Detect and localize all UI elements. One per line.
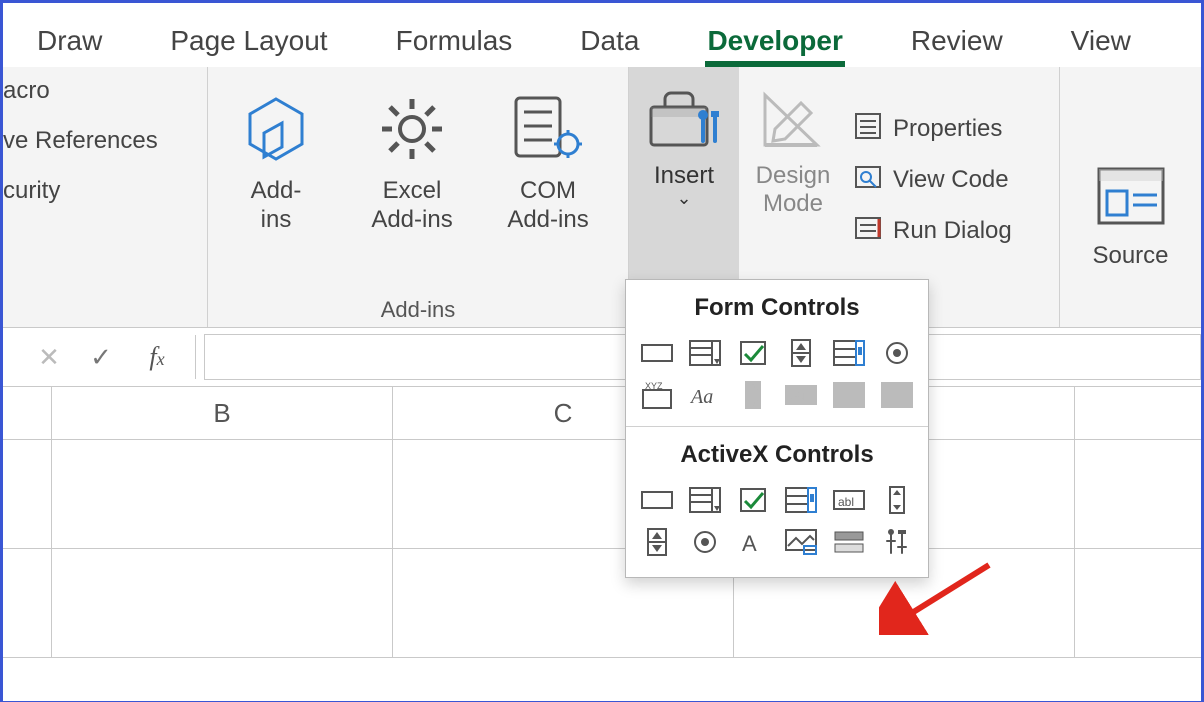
worksheet-grid[interactable]: B C D [3, 387, 1201, 701]
design-mode-label: Design Mode [739, 162, 847, 217]
form-combobox-control[interactable] [685, 336, 725, 370]
form-button-control[interactable] [637, 336, 677, 370]
form-controls-heading: Form Controls [626, 294, 928, 322]
toolbox-icon [645, 85, 723, 160]
activex-scrollbar-control[interactable] [877, 483, 917, 517]
formula-enter-button[interactable]: ✓ [75, 342, 127, 373]
view-code-button[interactable]: View Code [853, 162, 1012, 199]
form-checkbox-control[interactable] [733, 336, 773, 370]
tab-view[interactable]: View [1069, 11, 1133, 67]
form-label-control[interactable]: Aa [685, 378, 725, 412]
formula-cancel-button[interactable]: ✕ [23, 342, 75, 373]
code-group-clipped: acro ve References curity [3, 67, 207, 293]
insert-function-button[interactable]: fx [127, 342, 187, 372]
addins-group: Add- ins Ex [208, 67, 629, 327]
use-relative-references-clipped[interactable]: ve References [3, 127, 199, 155]
activex-controls-heading: ActiveX Controls [626, 441, 928, 469]
tab-developer[interactable]: Developer [705, 11, 844, 67]
col-header-blank[interactable] [3, 387, 52, 439]
column-headers[interactable]: B C D [3, 387, 1201, 440]
com-addins-button[interactable]: COM Add-ins [480, 67, 616, 293]
activex-more-controls[interactable] [877, 525, 917, 559]
activex-checkbox-control[interactable] [733, 483, 773, 517]
form-scrollbar-control[interactable] [733, 378, 773, 412]
activex-combobox-control[interactable] [685, 483, 725, 517]
run-dialog-label: Run Dialog [893, 217, 1012, 245]
properties-label: Properties [893, 115, 1002, 143]
grid-row[interactable] [3, 440, 1201, 549]
insert-controls-dropdown: Form Controls XYZ Aa abl ActiveX Control… [625, 279, 929, 578]
com-addins-label: COM Add-ins [507, 177, 588, 235]
gear-icon [376, 85, 448, 173]
form-combo-dropdown-disabled [877, 378, 917, 412]
tab-formulas[interactable]: Formulas [394, 11, 515, 67]
svg-text:XYZ: XYZ [645, 381, 663, 391]
view-code-label: View Code [893, 166, 1009, 194]
chevron-down-icon: ⌄ [676, 188, 691, 209]
record-macro-clipped[interactable]: acro [3, 77, 199, 105]
svg-text:abl: abl [838, 495, 854, 509]
design-mode-button[interactable]: Design Mode [739, 67, 847, 293]
form-spinbutton-control[interactable] [781, 336, 821, 370]
tab-review[interactable]: Review [909, 11, 1005, 67]
source-label[interactable]: Source [1092, 242, 1168, 270]
excel-addins-button[interactable]: Excel Add-ins [344, 67, 480, 293]
addins-button[interactable]: Add- ins [208, 67, 344, 293]
form-combo-list-disabled [829, 378, 869, 412]
activex-togglebutton-control[interactable] [829, 525, 869, 559]
com-addins-icon [508, 85, 588, 173]
activex-listbox-control[interactable] [781, 483, 821, 517]
grid-row[interactable] [3, 549, 1201, 658]
view-code-icon [853, 162, 883, 199]
tab-data[interactable]: Data [578, 11, 641, 67]
activex-textbox-control[interactable]: abl [829, 483, 869, 517]
run-dialog-icon [853, 213, 883, 250]
svg-text:abl: abl [790, 390, 806, 404]
excel-addins-label: Excel Add-ins [371, 177, 452, 235]
macro-security-clipped[interactable]: curity [3, 177, 199, 205]
col-header-b[interactable]: B [52, 387, 393, 439]
tab-page-layout[interactable]: Page Layout [168, 11, 329, 67]
addins-label: Add- ins [251, 177, 302, 235]
activex-label-control[interactable]: A [733, 525, 773, 559]
svg-text:Aa: Aa [689, 386, 713, 408]
addins-icon [240, 85, 312, 173]
form-groupbox-control[interactable]: XYZ [637, 378, 677, 412]
form-textfield-control-disabled: abl [781, 378, 821, 412]
insert-label: Insert [654, 162, 714, 190]
addins-group-caption: Add-ins [208, 293, 628, 327]
run-dialog-button[interactable]: Run Dialog [853, 213, 1012, 250]
form-optionbutton-control[interactable] [877, 336, 917, 370]
svg-text:A: A [742, 531, 757, 556]
activex-image-control[interactable] [781, 525, 821, 559]
ribbon-tabs: Draw Page Layout Formulas Data Developer… [3, 3, 1201, 67]
form-listbox-control[interactable] [829, 336, 869, 370]
activex-commandbutton-control[interactable] [637, 483, 677, 517]
properties-icon [853, 111, 883, 148]
properties-button[interactable]: Properties [853, 111, 1012, 148]
activex-spinbutton-control[interactable] [637, 525, 677, 559]
ribbon: acro ve References curity Add- ins [3, 67, 1201, 328]
tab-draw[interactable]: Draw [35, 11, 104, 67]
design-mode-icon [757, 85, 829, 160]
insert-controls-button[interactable]: Insert ⌄ [629, 67, 739, 293]
formula-bar: ✕ ✓ fx [3, 328, 1201, 387]
activex-optionbutton-control[interactable] [685, 525, 725, 559]
source-icon [1091, 161, 1171, 236]
